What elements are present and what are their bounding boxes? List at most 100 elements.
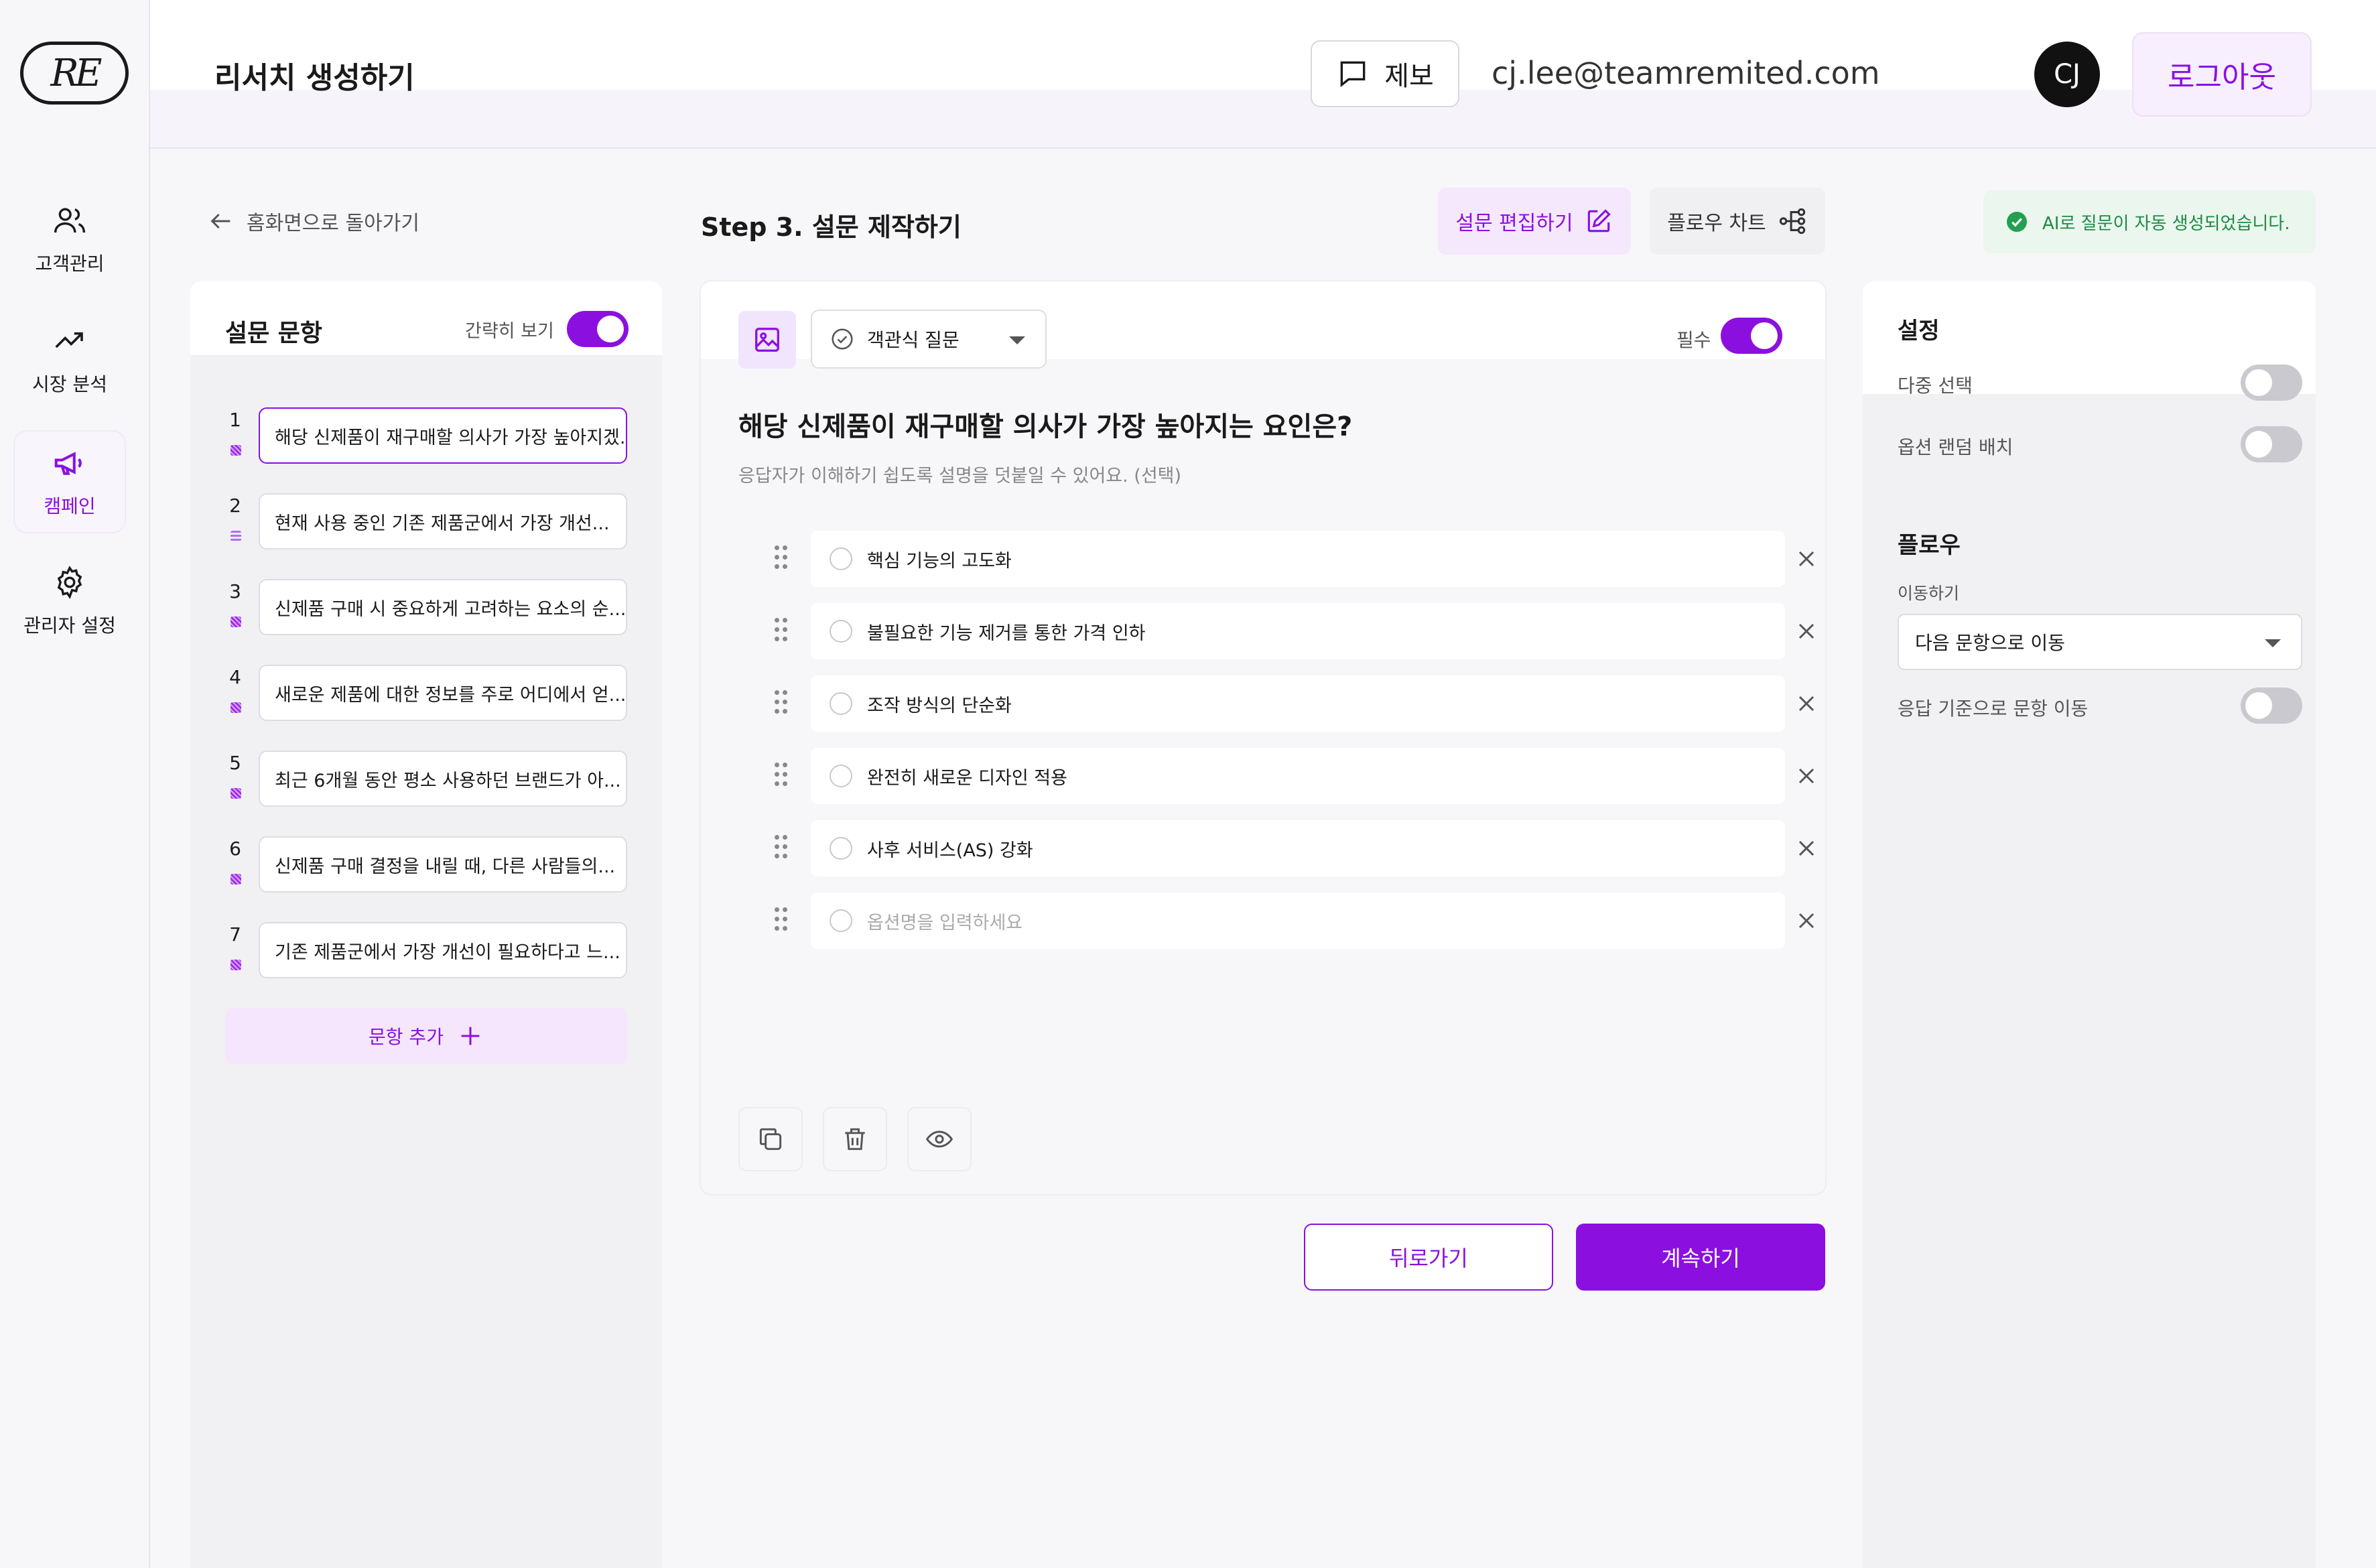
answer-based-toggle[interactable] bbox=[2241, 688, 2302, 724]
list-item[interactable]: 2 현재 사용 중인 기존 제품군에서 가장 개선... bbox=[225, 493, 627, 549]
random-order-label: 옵션 랜덤 배치 bbox=[1898, 436, 2014, 458]
sidebar-item-market-analysis[interactable]: 시장 분석 bbox=[15, 310, 125, 410]
choice-type-icon bbox=[230, 616, 241, 627]
list-item[interactable]: 5 최근 6개월 동안 평소 사용하던 브랜드가 아... bbox=[225, 750, 627, 807]
close-icon[interactable] bbox=[1793, 690, 1820, 717]
question-number: 5 bbox=[229, 752, 241, 774]
report-label: 제보 bbox=[1384, 61, 1434, 92]
option-text: 조작 방식의 단순화 bbox=[867, 695, 1012, 716]
eye-icon bbox=[925, 1130, 953, 1148]
option-input[interactable]: 사후 서비스(AS) 강화 bbox=[811, 820, 1785, 876]
move-label: 이동하기 bbox=[1898, 584, 1960, 603]
question-item-text[interactable]: 신제품 구매 결정을 내릴 때, 다른 사람들의... bbox=[259, 836, 627, 893]
settings-title: 설정 bbox=[1898, 318, 1940, 344]
close-icon[interactable] bbox=[1793, 545, 1820, 572]
question-list-panel: 설문 문항 간략히 보기 1 해당 신제품이 재구매할 의사가 가장 높아지겠.… bbox=[190, 281, 662, 1568]
option-input[interactable]: 핵심 기능의 고도화 bbox=[811, 531, 1785, 587]
chat-bubble-icon bbox=[1340, 61, 1366, 88]
option-text: 불필요한 기능 제거를 통한 가격 인하 bbox=[867, 623, 1146, 644]
sidebar-item-campaign[interactable]: 캠페인 bbox=[15, 432, 125, 532]
close-icon[interactable] bbox=[1793, 763, 1820, 789]
question-item-text[interactable]: 해당 신제품이 재구매할 의사가 가장 높아지겠... bbox=[259, 407, 627, 464]
continue-button[interactable]: 계속하기 bbox=[1576, 1224, 1825, 1291]
answer-based-label: 응답 기준으로 문항 이동 bbox=[1898, 698, 2089, 720]
duplicate-button[interactable] bbox=[738, 1107, 803, 1171]
close-icon[interactable] bbox=[1793, 618, 1820, 645]
option-row: 사후 서비스(AS) 강화 bbox=[738, 820, 1814, 876]
flow-move-select[interactable]: 다음 문항으로 이동 bbox=[1898, 614, 2302, 670]
add-image-button[interactable] bbox=[738, 311, 796, 369]
option-row: 핵심 기능의 고도화 bbox=[738, 531, 1814, 587]
question-item-text[interactable]: 새로운 제품에 대한 정보를 주로 어디에서 얻... bbox=[259, 665, 627, 721]
option-input[interactable]: 완전히 새로운 디자인 적용 bbox=[811, 748, 1785, 804]
choice-type-icon bbox=[230, 445, 241, 456]
new-option-input[interactable]: 옵션명을 입력하세요 bbox=[811, 893, 1785, 949]
sidebar: RE 고객관리 시장 분석 캠페인 관리자 설정 bbox=[0, 0, 150, 1568]
app-logo[interactable]: RE bbox=[20, 42, 129, 105]
question-number: 2 bbox=[229, 495, 241, 517]
question-type-select[interactable]: 객관식 질문 bbox=[811, 310, 1047, 369]
simple-view-toggle[interactable] bbox=[567, 311, 629, 347]
flow-move-value: 다음 문항으로 이동 bbox=[1915, 632, 2065, 654]
radio-icon bbox=[830, 765, 852, 787]
list-item[interactable]: 7 기존 제품군에서 가장 개선이 필요하다고 느... bbox=[225, 922, 627, 978]
close-icon[interactable] bbox=[1793, 907, 1820, 934]
sidebar-item-label: 시장 분석 bbox=[32, 373, 107, 395]
multi-select-label: 다중 선택 bbox=[1898, 375, 1973, 397]
list-item[interactable]: 3 신제품 구매 시 중요하게 고려하는 요소의 순... bbox=[225, 579, 627, 635]
toast-message: AI로 질문이 자동 생성되었습니다. bbox=[2042, 213, 2290, 234]
list-item[interactable]: 1 해당 신제품이 재구매할 의사가 가장 높아지겠... bbox=[225, 407, 627, 464]
chevron-down-icon bbox=[1009, 336, 1025, 344]
edit-survey-button[interactable]: 설문 편집하기 bbox=[1438, 188, 1631, 255]
close-icon[interactable] bbox=[1793, 835, 1820, 862]
radio-icon bbox=[830, 837, 852, 860]
sidebar-item-admin-settings[interactable]: 관리자 설정 bbox=[15, 551, 125, 651]
add-question-button[interactable]: 문항 추가 bbox=[225, 1008, 627, 1064]
multi-select-toggle[interactable] bbox=[2241, 365, 2302, 401]
required-toggle[interactable] bbox=[1721, 318, 1782, 354]
question-title-input[interactable]: 해당 신제품이 재구매할 의사가 가장 높아지는 요인은? bbox=[738, 405, 1352, 444]
delete-button[interactable] bbox=[823, 1107, 887, 1171]
copy-icon bbox=[759, 1128, 782, 1151]
drag-handle-icon[interactable] bbox=[775, 835, 789, 862]
random-order-toggle[interactable] bbox=[2241, 426, 2302, 462]
back-button[interactable]: 뒤로가기 bbox=[1304, 1224, 1553, 1291]
add-question-label: 문항 추가 bbox=[369, 1026, 444, 1048]
choice-type-icon bbox=[230, 960, 241, 970]
back-home-link[interactable]: 홈화면으로 돌아가기 bbox=[208, 206, 419, 236]
report-button[interactable]: 제보 bbox=[1311, 40, 1459, 107]
sidebar-item-customers[interactable]: 고객관리 bbox=[15, 189, 125, 289]
question-item-text[interactable]: 현재 사용 중인 기존 제품군에서 가장 개선... bbox=[259, 493, 627, 549]
arrow-left-icon bbox=[210, 213, 230, 229]
question-number: 6 bbox=[229, 838, 241, 860]
drag-handle-icon[interactable] bbox=[775, 907, 789, 934]
text-type-icon bbox=[230, 531, 241, 541]
flow-chart-button[interactable]: 플로우 차트 bbox=[1650, 188, 1825, 255]
list-item[interactable]: 6 신제품 구매 결정을 내릴 때, 다른 사람들의... bbox=[225, 836, 627, 893]
question-list-title: 설문 문항 bbox=[225, 320, 323, 347]
option-input[interactable]: 조작 방식의 단순화 bbox=[811, 675, 1785, 732]
plus-icon bbox=[461, 1027, 480, 1045]
choice-type-icon bbox=[230, 788, 241, 799]
question-editor: 객관식 질문 필수 해당 신제품이 재구매할 의사가 가장 높아지는 요인은? … bbox=[701, 281, 1825, 1194]
list-item[interactable]: 4 새로운 제품에 대한 정보를 주로 어디에서 얻... bbox=[225, 665, 627, 721]
preview-button[interactable] bbox=[907, 1107, 972, 1171]
question-item-text[interactable]: 최근 6개월 동안 평소 사용하던 브랜드가 아... bbox=[259, 750, 627, 807]
question-item-text[interactable]: 신제품 구매 시 중요하게 고려하는 요소의 순... bbox=[259, 579, 627, 635]
image-icon bbox=[755, 328, 779, 352]
sidebar-item-label: 관리자 설정 bbox=[23, 614, 116, 637]
avatar[interactable]: CJ bbox=[2034, 42, 2100, 107]
option-input[interactable]: 불필요한 기능 제거를 통한 가격 인하 bbox=[811, 603, 1785, 659]
logout-button[interactable]: 로그아웃 bbox=[2132, 32, 2312, 117]
drag-handle-icon[interactable] bbox=[775, 618, 789, 645]
flow-chart-label: 플로우 차트 bbox=[1667, 212, 1766, 235]
drag-handle-icon[interactable] bbox=[775, 690, 789, 717]
question-description-input[interactable]: 응답자가 이해하기 쉽도록 설명을 덧붙일 수 있어요. (선택) bbox=[738, 461, 1181, 487]
check-circle-icon bbox=[2007, 212, 2027, 232]
question-item-text[interactable]: 기존 제품군에서 가장 개선이 필요하다고 느... bbox=[259, 922, 627, 978]
flow-title: 플로우 bbox=[1898, 532, 1961, 559]
drag-handle-icon[interactable] bbox=[775, 763, 789, 789]
drag-handle-icon[interactable] bbox=[775, 545, 789, 572]
question-number: 3 bbox=[229, 580, 241, 602]
users-icon bbox=[54, 208, 86, 233]
